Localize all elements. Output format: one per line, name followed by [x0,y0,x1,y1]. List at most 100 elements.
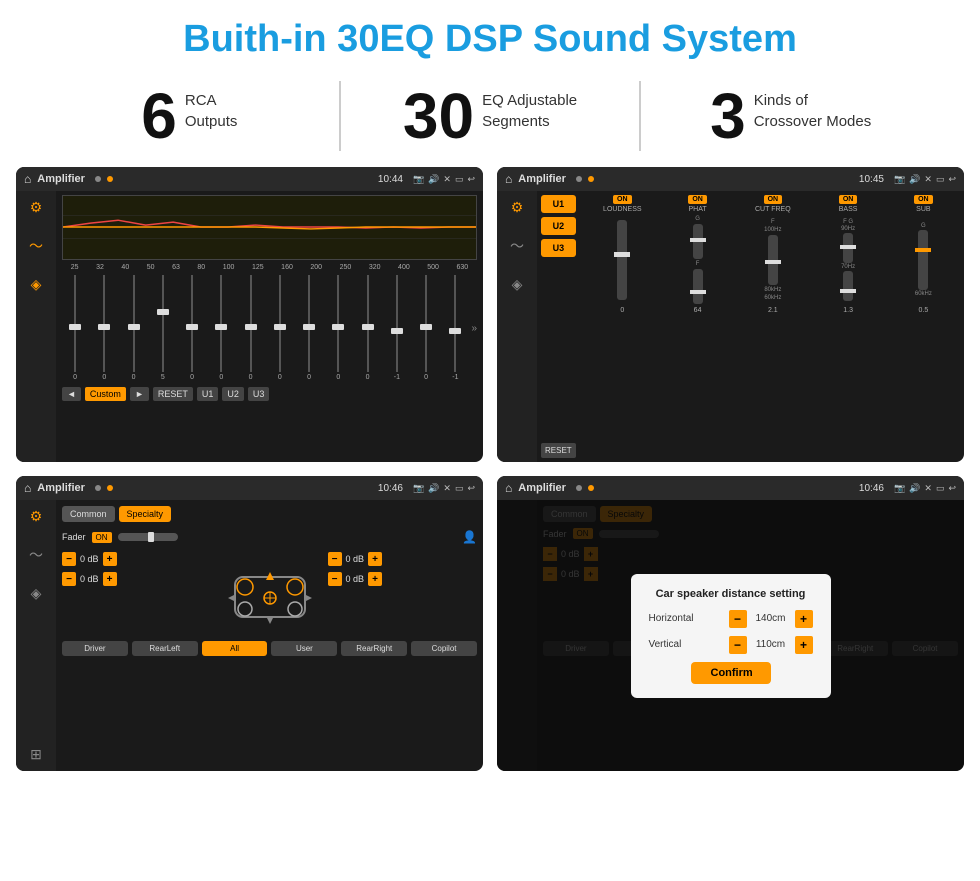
cross-wave-icon[interactable]: 〜 [29,545,43,565]
eq-u3-btn[interactable]: U3 [248,387,270,401]
battery-icon-3: ▭ [455,483,464,494]
amp-controls-grid: ON LOUDNESS 0 ON [586,195,960,314]
eq-freq-labels: 253240506380100125160200250320400500630 [62,264,477,271]
loudness-on-btn[interactable]: ON [613,195,632,204]
sub-label: SUB [916,206,930,213]
bass-on-btn[interactable]: ON [839,195,858,204]
user-btn[interactable]: User [271,641,337,656]
amp-u2-preset[interactable]: U2 [541,217,576,235]
amp-settings-icon[interactable]: ⚙ [511,199,524,216]
db-plus-2[interactable]: + [103,572,117,586]
db-plus-4[interactable]: + [368,572,382,586]
db-val-4: 0 dB [346,574,365,584]
bass-slider1[interactable] [843,233,853,263]
dialog-vertical-plus[interactable]: + [795,636,813,654]
fader-slider[interactable] [118,533,178,541]
eq-slider-11: 0 [355,275,381,381]
all-btn[interactable]: All [202,641,268,656]
eq-settings-icon[interactable]: ⚙ [30,199,43,216]
screen1-title: Amplifier [37,173,85,185]
page-title: Buith-in 30EQ DSP Sound System [0,0,980,71]
eq-u2-btn[interactable]: U2 [222,387,244,401]
fader-on-btn[interactable]: ON [92,532,112,543]
cross-tab-specialty[interactable]: Specialty [119,506,172,522]
sub-slider[interactable] [918,230,928,290]
volume-icon: 🔊 [428,174,439,185]
amp-u1-preset[interactable]: U1 [541,195,576,213]
volume-icon-3: 🔊 [428,483,439,494]
amp-wave-icon[interactable]: 〜 [510,236,524,256]
cutfreq-on-btn[interactable]: ON [764,195,783,204]
cutfreq-f-label: F [771,219,775,225]
bass-70hz-label: 70Hz [841,264,855,270]
screen2-statusbar: ⌂ Amplifier 10:45 📷 🔊 ✕ ▭ ↩ [497,167,964,191]
cutfreq-label: CUT FREQ [755,206,791,213]
cutfreq-val: 2.1 [768,307,778,314]
sub-val: 0.5 [919,307,929,314]
cutfreq-100hz-label: 100Hz [764,227,781,233]
eq-custom-btn[interactable]: Custom [85,387,126,401]
eq-volume-icon[interactable]: ◈ [31,276,42,293]
driver-btn[interactable]: Driver [62,641,128,656]
amp-content: U1 U2 U3 RESET ON LOUDNESS [537,191,964,462]
stat-divider-1 [339,81,341,151]
cross-tab-common[interactable]: Common [62,506,115,522]
eq-slider-9: 0 [296,275,322,381]
amp-u3-preset[interactable]: U3 [541,239,576,257]
eq-prev-btn[interactable]: ◄ [62,387,81,401]
screen-crossover: ⌂ Amplifier 10:46 📷 🔊 ✕ ▭ ↩ ⚙ 〜 ◈ [16,476,483,771]
amp-phat: ON PHAT G F 64 [661,195,734,314]
eq-u1-btn[interactable]: U1 [197,387,219,401]
copilot-btn[interactable]: Copilot [411,641,477,656]
db-row-1: − 0 dB + [62,552,212,566]
eq-slider-5: 0 [179,275,205,381]
db-minus-1[interactable]: − [62,552,76,566]
phat-on-btn[interactable]: ON [688,195,707,204]
dialog-vertical-minus[interactable]: − [729,636,747,654]
back-icon: ↩ [467,174,475,185]
cutfreq-slider[interactable] [768,235,778,285]
eq-play-btn[interactable]: ► [130,387,149,401]
fader-person-icon[interactable]: 👤 [462,530,477,544]
dialog-overlay: Car speaker distance setting Horizontal … [497,500,964,771]
loudness-slider[interactable] [617,220,627,300]
amp-reset-btn[interactable]: RESET [541,443,576,458]
battery-icon-4: ▭ [936,483,945,494]
sub-on-btn[interactable]: ON [914,195,933,204]
eq-reset-btn[interactable]: RESET [153,387,193,401]
screen2-time: 10:45 [859,174,884,185]
status-dot3 [576,176,582,182]
db-minus-4[interactable]: − [328,572,342,586]
amp-cutfreq: ON CUT FREQ F 100Hz 80kHz 60kHz 2.1 [736,195,809,314]
phat-slider1[interactable] [693,224,703,259]
bass-slider2[interactable] [843,271,853,301]
wifi-icon-3: ✕ [443,483,451,494]
phat-label: PHAT [688,206,706,213]
db-minus-3[interactable]: − [328,552,342,566]
fader-thumb [148,532,154,542]
rearleft-btn[interactable]: RearLeft [132,641,198,656]
db-plus-1[interactable]: + [103,552,117,566]
loudness-slider-area [617,215,627,305]
eq-sliders-row: 0 0 0 5 0 0 0 0 0 0 0 -1 0 -1 » [62,275,477,385]
screen4-statusbar: ⌂ Amplifier 10:46 📷 🔊 ✕ ▭ ↩ [497,476,964,500]
dialog-horizontal-minus[interactable]: − [729,610,747,628]
db-plus-3[interactable]: + [368,552,382,566]
phat-slider2[interactable] [693,269,703,304]
cutfreq-sliders: F 100Hz 80kHz 60kHz [764,215,781,305]
cross-settings-icon[interactable]: ⚙ [30,508,43,525]
dialog-vertical-controls: − 110cm + [729,636,813,654]
db-val-3: 0 dB [346,554,365,564]
screen-amp: ⌂ Amplifier 10:45 📷 🔊 ✕ ▭ ↩ ⚙ 〜 ◈ [497,167,964,462]
eq-wave-icon[interactable]: 〜 [29,236,43,256]
dialog-horizontal-plus[interactable]: + [795,610,813,628]
screen3-statusbar: ⌂ Amplifier 10:46 📷 🔊 ✕ ▭ ↩ [16,476,483,500]
cross-expand-icon[interactable]: ⊞ [30,746,42,763]
cross-tabs: Common Specialty [62,506,477,522]
cross-volume-icon[interactable]: ◈ [31,585,42,602]
amp-volume-icon[interactable]: ◈ [512,276,523,293]
rearright-btn[interactable]: RearRight [341,641,407,656]
home-icon-4: ⌂ [505,481,512,495]
db-minus-2[interactable]: − [62,572,76,586]
confirm-button[interactable]: Confirm [691,662,771,684]
